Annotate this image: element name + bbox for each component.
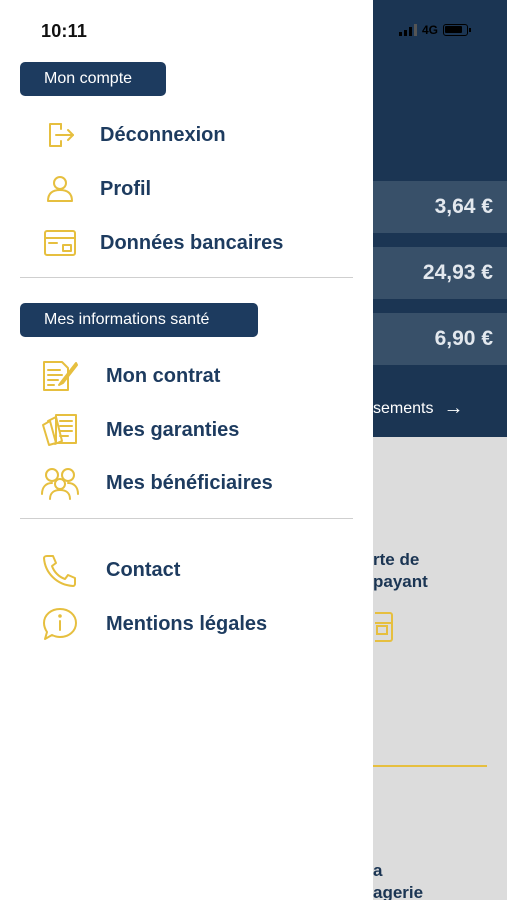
section-divider bbox=[20, 277, 353, 278]
bank-card-icon bbox=[40, 223, 80, 263]
menu-item-profile[interactable]: Profil bbox=[40, 167, 363, 211]
menu-item-beneficiaries[interactable]: Mes bénéficiaires bbox=[40, 461, 363, 505]
reimbursements-link[interactable]: sements → bbox=[373, 397, 463, 420]
reimbursements-label: sements bbox=[373, 399, 434, 417]
side-drawer: 10:11 Mon compte Déconnexion Profil Donn… bbox=[0, 0, 373, 900]
card-icon bbox=[375, 612, 393, 642]
card-title-line: payant bbox=[373, 572, 428, 591]
menu-item-label: Mentions légales bbox=[106, 612, 268, 635]
menu-item-bank-details[interactable]: Données bancaires bbox=[40, 221, 363, 265]
network-label: 4G bbox=[422, 23, 439, 37]
amount-row[interactable]: 6,90 € bbox=[373, 313, 507, 365]
status-time: 10:11 bbox=[41, 21, 88, 41]
menu-item-label: Déconnexion bbox=[100, 123, 226, 146]
amount-value: 3,64 € bbox=[434, 195, 493, 218]
menu-item-label: Mes bénéficiaires bbox=[106, 471, 273, 494]
section-divider bbox=[20, 518, 353, 519]
menu-item-label: Données bancaires bbox=[100, 231, 284, 254]
amount-row[interactable]: 3,64 € bbox=[373, 181, 507, 233]
phone-icon bbox=[40, 550, 80, 590]
user-icon bbox=[40, 169, 80, 209]
amount-value: 24,93 € bbox=[422, 261, 493, 284]
contract-icon bbox=[40, 356, 80, 396]
card-title-line: a bbox=[373, 861, 383, 880]
amount-value: 6,90 € bbox=[434, 327, 493, 350]
battery-icon bbox=[443, 24, 472, 36]
signal-icon bbox=[399, 24, 417, 36]
gold-divider bbox=[373, 765, 487, 767]
card-title-line: rte de bbox=[373, 550, 420, 569]
menu-item-legal-notices[interactable]: Mentions légales bbox=[40, 602, 363, 646]
amount-row[interactable]: 24,93 € bbox=[373, 247, 507, 299]
section-header-account: Mon compte bbox=[20, 62, 166, 96]
info-icon bbox=[40, 604, 80, 644]
logout-icon bbox=[40, 115, 80, 155]
people-icon bbox=[40, 463, 80, 503]
menu-item-label: Contact bbox=[106, 558, 181, 581]
menu-item-contract[interactable]: Mon contrat bbox=[40, 354, 363, 398]
menu-item-label: Mes garanties bbox=[106, 418, 240, 441]
arrow-right-icon: → bbox=[443, 397, 464, 419]
menu-item-logout[interactable]: Déconnexion bbox=[40, 113, 363, 157]
menu-item-label: Mon contrat bbox=[106, 364, 221, 387]
menu-item-guarantees[interactable]: Mes garanties bbox=[40, 408, 363, 452]
documents-icon bbox=[40, 410, 80, 450]
background-app: 4G 3,64 € 24,93 € 6,90 € sements → rte d… bbox=[373, 0, 507, 900]
status-bar-indicators: 4G bbox=[399, 23, 472, 37]
section-header-health-info: Mes informations santé bbox=[20, 303, 258, 337]
menu-item-label: Profil bbox=[100, 177, 152, 200]
card-title: a agerie bbox=[373, 860, 423, 900]
card-title-line: agerie bbox=[373, 883, 424, 900]
card-title: rte de payant bbox=[373, 549, 428, 593]
menu-item-contact[interactable]: Contact bbox=[40, 548, 363, 592]
